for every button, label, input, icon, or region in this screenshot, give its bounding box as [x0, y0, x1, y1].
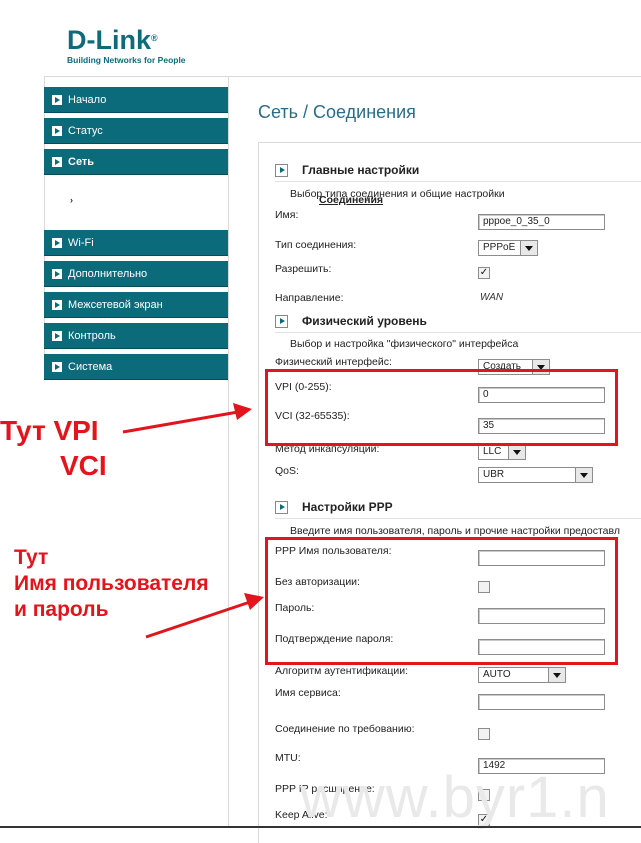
annotation-vpi-line1: Тут VPI — [0, 415, 99, 446]
annotation-arrows — [122, 403, 264, 639]
arrow-to-vpi — [122, 403, 252, 434]
annotation-user-line1: Тут — [14, 546, 49, 569]
annotation-user-line2: Имя пользователя — [14, 572, 209, 595]
annotation-user-line3: и пароль — [14, 598, 109, 621]
annotation-vpi-line2: VCI — [60, 450, 107, 481]
arrow-to-credentials — [145, 593, 264, 639]
